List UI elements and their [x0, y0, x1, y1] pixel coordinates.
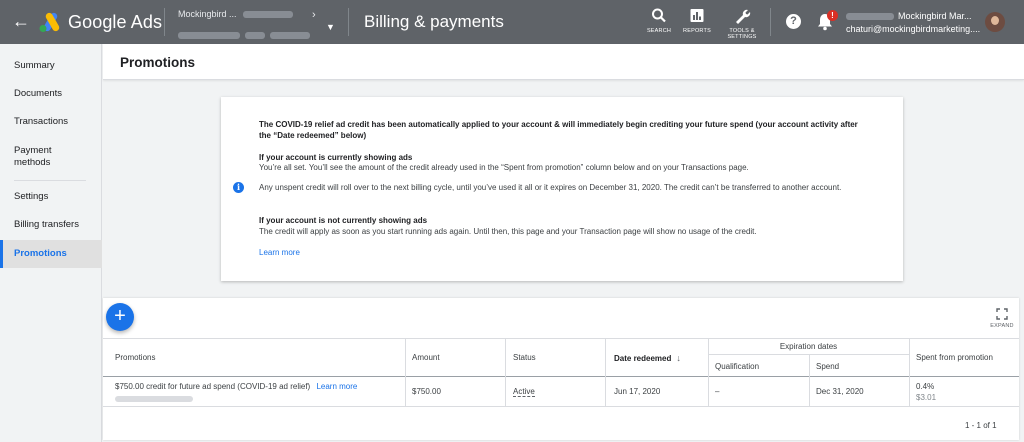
notification-badge: !: [827, 10, 838, 21]
top-app-bar: ← Google Ads Mockingbird ... › ▼ Billing…: [0, 0, 1024, 44]
user-email: chaturi@mockingbirdmarketing....: [846, 24, 981, 34]
promotion-name: $750.00 credit for future ad spend (COVI…: [115, 382, 311, 391]
info-icon: i: [233, 182, 244, 193]
date-redeemed-cell: Jun 17, 2020: [614, 387, 661, 396]
reports-label: REPORTS: [683, 28, 711, 34]
account-name: Mockingbird ...: [178, 9, 237, 19]
table-row-promotion-cell: $750.00 credit for future ad spend (COVI…: [115, 382, 357, 391]
fullscreen-icon: [996, 308, 1008, 320]
user-account-info[interactable]: Mockingbird Mar... chaturi@mockingbirdma…: [846, 11, 981, 34]
page-title: Billing & payments: [364, 12, 504, 31]
notice-subheading-not-showing-ads: If your account is not currently showing…: [259, 216, 428, 225]
expand-button[interactable]: EXPAND: [989, 308, 1015, 329]
tools-settings-button[interactable]: TOOLS & SETTINGS: [724, 7, 760, 40]
section-title: Promotions: [120, 55, 196, 70]
google-ads-logo-icon: [39, 12, 60, 32]
search-button[interactable]: SEARCH: [646, 7, 672, 34]
sort-descending-icon: ↓: [676, 353, 681, 363]
account-dropdown-caret-icon[interactable]: ▼: [326, 22, 335, 32]
status-value[interactable]: Active: [513, 387, 535, 397]
promotion-learn-more-link[interactable]: Learn more: [316, 382, 357, 391]
col-divider: [809, 354, 810, 406]
col-header-date-redeemed[interactable]: Date redeemed ↓: [614, 353, 681, 363]
col-divider: [405, 338, 406, 406]
sidebar-item-label: Payment: [14, 145, 52, 156]
redacted-account-id: [178, 26, 338, 44]
promotions-table-card: + EXPAND Promotions Amount Status Date r…: [103, 298, 1019, 440]
col-header-qualification[interactable]: Qualification: [715, 362, 759, 371]
product-name: Google Ads: [68, 12, 163, 32]
back-arrow-icon[interactable]: ←: [10, 10, 32, 32]
user-name: Mockingbird Mar...: [898, 11, 972, 21]
divider: [164, 8, 165, 36]
sidebar-item-label: methods: [14, 157, 51, 168]
sidebar-item-payment-methods[interactable]: Payment methods: [0, 145, 102, 169]
qualification-cell: –: [715, 387, 720, 396]
sidebar-item-summary[interactable]: Summary: [0, 60, 102, 72]
col-header-amount[interactable]: Amount: [412, 353, 440, 362]
header-bottom-border: [103, 376, 1019, 377]
divider: [348, 8, 349, 36]
status-cell: Active: [513, 387, 535, 397]
redacted-customer-id: [846, 13, 894, 21]
search-icon: [652, 8, 666, 23]
spent-amount: $3.01: [916, 393, 937, 402]
spend-expiration-cell: Dec 31, 2020: [816, 387, 864, 396]
divider: [770, 8, 771, 36]
col-header-promotions[interactable]: Promotions: [115, 353, 155, 362]
tools-label-line2: SETTINGS: [727, 34, 757, 40]
redacted-promotion-code: [115, 395, 193, 404]
notice-rollover-text: Any unspent credit will roll over to the…: [259, 183, 842, 192]
covid-credit-notice: i The COVID-19 relief ad credit has been…: [221, 97, 903, 281]
col-divider: [505, 338, 506, 406]
amount-cell: $750.00: [412, 387, 441, 396]
row-bottom-border: [103, 406, 1019, 407]
pagination-status: 1 - 1 of 1: [965, 421, 997, 430]
notice-learn-more-link[interactable]: Learn more: [259, 248, 869, 259]
reports-icon: [690, 9, 704, 22]
sidebar-divider: [14, 180, 86, 181]
wrench-icon: [736, 9, 751, 24]
search-label: SEARCH: [646, 28, 672, 34]
sidebar-item-settings[interactable]: Settings: [0, 191, 102, 203]
sidebar-item-promotions[interactable]: Promotions: [0, 240, 102, 268]
col-header-spend[interactable]: Spend: [816, 362, 839, 371]
col-header-status[interactable]: Status: [513, 353, 536, 362]
plus-icon: +: [114, 305, 126, 327]
chevron-right-icon: ›: [312, 9, 316, 21]
sidebar-item-transactions[interactable]: Transactions: [0, 116, 102, 128]
account-switcher[interactable]: Mockingbird ... ›: [178, 9, 338, 44]
col-header-spent-from-promotion[interactable]: Spent from promotion: [916, 353, 993, 362]
avatar[interactable]: [985, 12, 1005, 32]
col-divider: [909, 338, 910, 406]
sidebar-item-billing-transfers[interactable]: Billing transfers: [0, 219, 102, 231]
help-icon[interactable]: ?: [786, 14, 801, 29]
col-header-label: Date redeemed: [614, 354, 672, 363]
add-promotion-button[interactable]: +: [106, 303, 134, 331]
redacted-account-path: [242, 11, 293, 19]
expand-label: EXPAND: [990, 323, 1014, 329]
billing-sidebar: Summary Documents Transactions Payment m…: [0, 44, 102, 442]
notice-body-showing-ads: You’re all set. You’ll see the amount of…: [259, 163, 749, 172]
page-header: Promotions: [103, 44, 1024, 80]
notice-body-not-showing-ads: The credit will apply as soon as you sta…: [259, 227, 757, 236]
reports-button[interactable]: REPORTS: [682, 7, 712, 34]
notice-subheading-showing-ads: If your account is currently showing ads: [259, 153, 413, 162]
notice-heading: The COVID-19 relief ad credit has been a…: [259, 120, 858, 140]
table-top-border: [103, 338, 1019, 339]
spent-percent: 0.4%: [916, 382, 935, 391]
col-divider: [605, 338, 606, 406]
col-header-expiration-dates: Expiration dates: [779, 342, 838, 351]
sidebar-item-documents[interactable]: Documents: [0, 88, 102, 100]
